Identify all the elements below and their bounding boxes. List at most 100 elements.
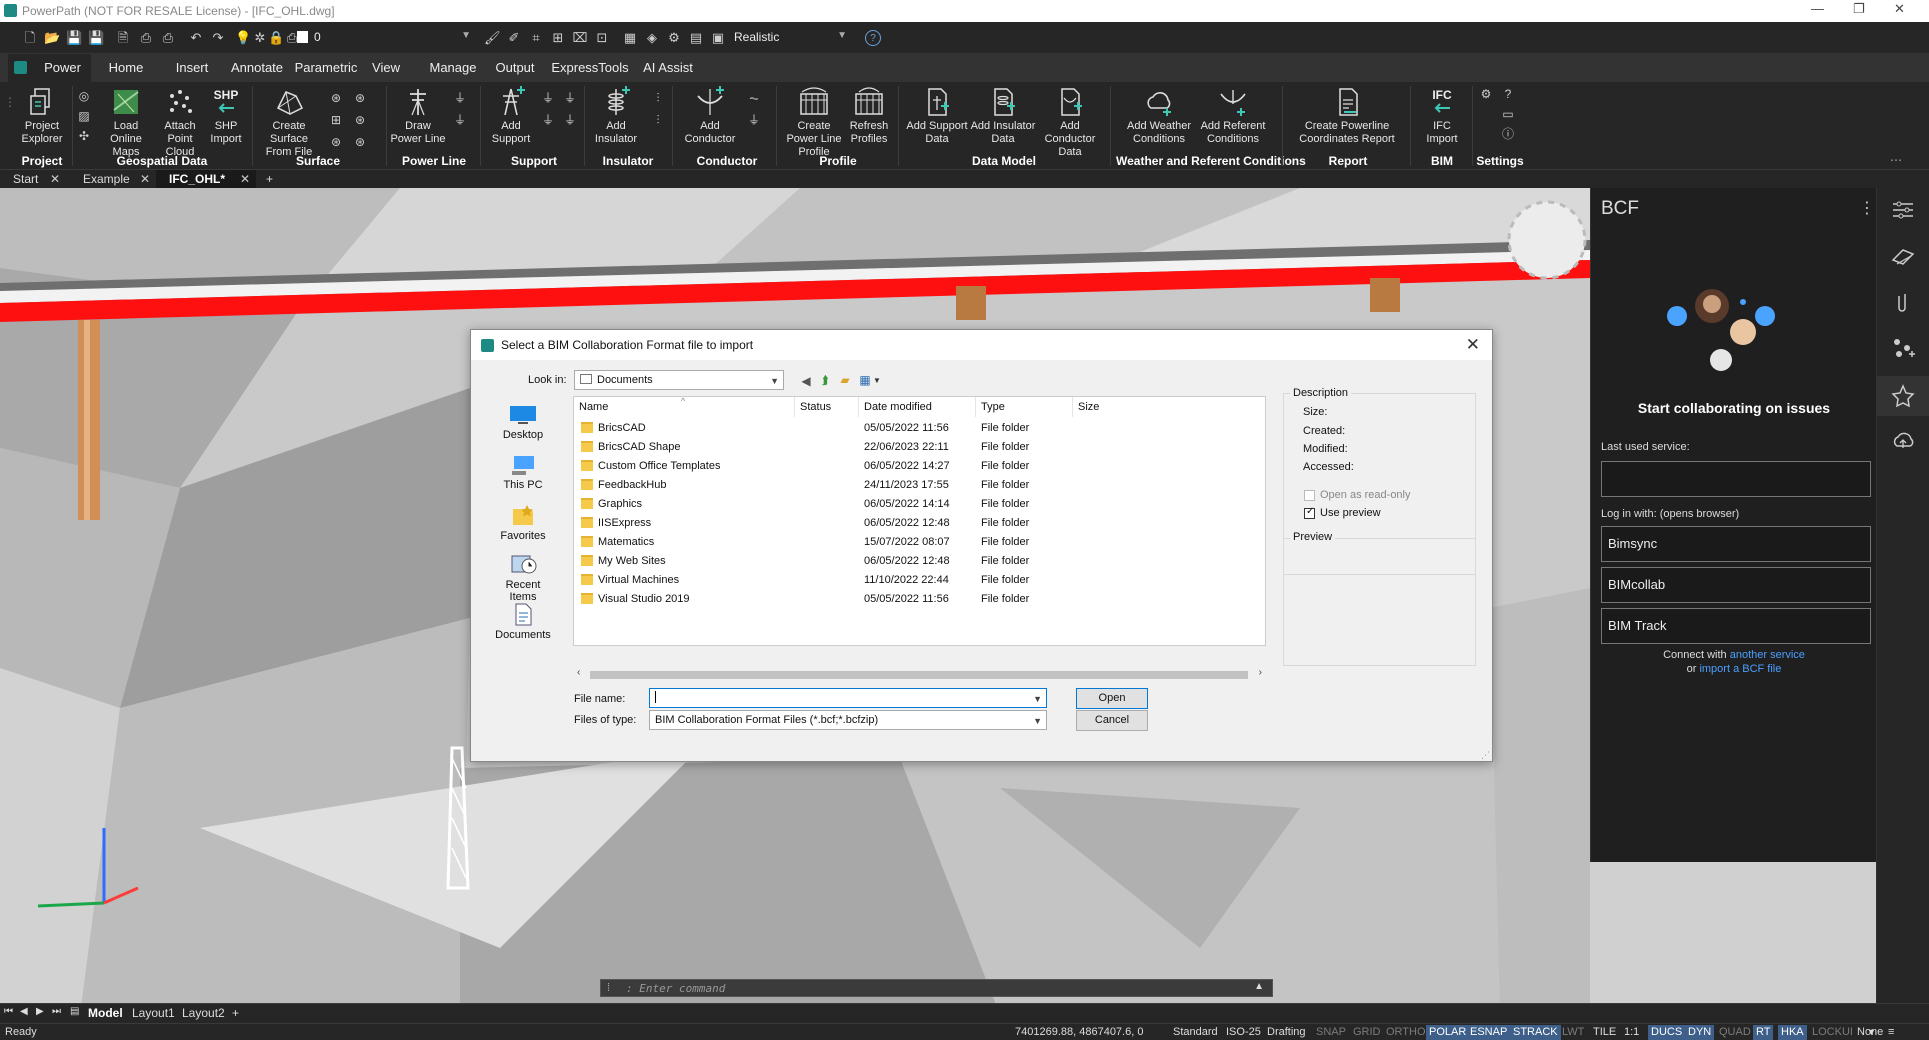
last-used-service-field[interactable] xyxy=(1601,461,1871,497)
column-size[interactable]: Size xyxy=(1073,397,1133,417)
surface-mesh-icon[interactable]: ⊞ xyxy=(328,112,344,128)
geo-image-icon[interactable]: ▨ xyxy=(76,108,92,124)
tab-power-path[interactable]: Power Path xyxy=(8,54,91,103)
tab-insert[interactable]: Insert xyxy=(168,54,216,82)
status-toggle-drafting[interactable]: Drafting xyxy=(1264,1025,1309,1040)
status-toggle-dyn[interactable]: DYN xyxy=(1685,1025,1715,1040)
status-more-icon[interactable]: ≡ xyxy=(1885,1025,1897,1040)
another-service-link[interactable]: another service xyxy=(1730,649,1805,661)
place-this-pc[interactable]: This PC xyxy=(491,454,555,491)
place-documents[interactable]: Documents xyxy=(491,602,555,641)
select-similar-icon[interactable]: ⌗ xyxy=(528,30,544,46)
support-delete-icon[interactable]: ⏚ xyxy=(562,112,578,128)
layers-icon[interactable] xyxy=(1889,242,1917,270)
print-icon[interactable]: ⎙ xyxy=(138,30,154,46)
use-preview-checkbox[interactable]: ✓ xyxy=(1304,506,1315,519)
scroll-left-icon[interactable]: ‹ xyxy=(577,667,580,678)
view-menu-icon[interactable]: ▦ xyxy=(857,372,873,388)
conductor-edit-icon[interactable]: ⏦ xyxy=(746,90,762,106)
status-coordinates[interactable]: 7401269.88, 4867407.6, 0 xyxy=(1012,1025,1146,1040)
structure-icon[interactable] xyxy=(1889,334,1917,362)
back-icon[interactable]: ◀ xyxy=(798,373,814,389)
properties-icon[interactable]: ▤ xyxy=(688,30,704,46)
first-layout-icon[interactable]: ⏮ xyxy=(4,1006,13,1017)
pin-star-icon[interactable] xyxy=(1889,382,1917,410)
project-explorer-button[interactable]: Project Explorer xyxy=(14,86,70,146)
tab-manage[interactable]: Manage xyxy=(423,54,483,82)
layout-tab-layout2[interactable]: Layout2 xyxy=(182,1006,225,1020)
file-row[interactable]: Graphics 06/05/2022 14:14 File folder xyxy=(574,495,1267,514)
geo-pin-icon[interactable]: ✣ xyxy=(76,128,92,144)
select-filter-icon[interactable]: ⊞ xyxy=(550,30,566,46)
doc-tab-ifc-ohl[interactable]: IFC_OHL* ✕ xyxy=(156,170,256,188)
status-toggle-lwt[interactable]: LWT xyxy=(1559,1025,1587,1040)
close-icon[interactable]: ✕ xyxy=(140,170,150,188)
redo-icon[interactable]: ↷ xyxy=(210,30,226,46)
visual-style-icon[interactable]: ▣ xyxy=(710,30,726,46)
status-toggle-lockui[interactable]: LOCKUI xyxy=(1809,1025,1856,1040)
publish-icon[interactable]: ⎙ xyxy=(160,30,176,46)
next-layout-icon[interactable]: ▶ xyxy=(36,1006,44,1017)
service-bimcollab-button[interactable]: BIMcollab xyxy=(1601,567,1871,603)
render-icon[interactable]: ◈ xyxy=(644,30,660,46)
tab-parametric[interactable]: Parametric xyxy=(292,54,360,82)
status-toggle-ducs[interactable]: DUCS xyxy=(1648,1025,1686,1040)
new-tab-button[interactable]: + xyxy=(258,170,282,188)
place-favorites[interactable]: Favorites xyxy=(491,503,555,542)
restore-icon[interactable]: ❐ xyxy=(1853,1,1865,17)
file-name-input[interactable]: ▼ xyxy=(649,688,1047,708)
file-row[interactable]: Matematics 15/07/2022 08:07 File folder xyxy=(574,533,1267,552)
create-surface-button[interactable]: Create Surface From File xyxy=(258,86,322,159)
scroll-right-icon[interactable]: › xyxy=(1259,667,1262,678)
surface-contour-icon[interactable]: ⊛ xyxy=(352,112,368,128)
support-edit-icon[interactable]: ⏚ xyxy=(540,90,556,106)
status-toggle-grid[interactable]: GRID xyxy=(1350,1025,1384,1040)
quick-select-icon[interactable]: ✐ xyxy=(506,30,522,46)
save-as-icon[interactable]: 💾 xyxy=(88,30,104,46)
place-desktop[interactable]: Desktop xyxy=(491,404,555,441)
print-preview-icon[interactable]: 🗎 xyxy=(115,30,131,46)
layout-menu-icon[interactable]: ▤ xyxy=(70,1006,79,1017)
draw-power-line-button[interactable]: Draw Power Line xyxy=(390,86,446,146)
ifc-import-button[interactable]: IFC IFC Import xyxy=(1418,86,1466,146)
add-conductor-data-button[interactable]: Add Conductor Data xyxy=(1036,86,1104,159)
chevron-up-icon[interactable]: ▲ xyxy=(1254,981,1264,992)
power-line-edit-icon[interactable]: ⏚ xyxy=(452,90,468,106)
support-move-icon[interactable]: ⏚ xyxy=(562,90,578,106)
cancel-button[interactable]: Cancel xyxy=(1076,710,1148,731)
tab-annotate[interactable]: Annotate xyxy=(228,54,286,82)
add-insulator-data-button[interactable]: Add Insulator Data xyxy=(970,86,1036,146)
layout-tab-layout1[interactable]: Layout1 xyxy=(132,1006,175,1020)
layer-dropdown[interactable]: 0 ▼ xyxy=(308,28,476,48)
shp-import-button[interactable]: SHP SHP Import xyxy=(204,86,248,146)
clear-selection-icon[interactable]: ⌧ xyxy=(572,30,588,46)
insulator-tool-icon[interactable]: ⫶ xyxy=(650,112,666,128)
import-bcf-link[interactable]: import a BCF file xyxy=(1699,663,1781,675)
layer-on-icon[interactable]: 💡 xyxy=(235,30,251,46)
add-conductor-button[interactable]: Add Conductor xyxy=(680,86,740,146)
status-toggle-rt[interactable]: RT xyxy=(1753,1025,1774,1040)
settings-gear-icon[interactable]: ⚙ xyxy=(1478,86,1494,102)
add-referent-button[interactable]: Add Referent Conditions xyxy=(1198,86,1268,146)
command-line[interactable]: ⁞ : Enter command ▲ xyxy=(600,979,1273,997)
info-icon[interactable]: ⓘ xyxy=(1500,126,1516,142)
more-vertical-icon[interactable]: ⋮ xyxy=(1859,198,1875,218)
power-line-split-icon[interactable]: ⏚ xyxy=(452,112,468,128)
add-layout-button[interactable]: + xyxy=(232,1006,239,1020)
status-toggle-1-1[interactable]: 1:1 xyxy=(1621,1025,1642,1040)
close-icon[interactable]: ✕ xyxy=(1894,1,1905,17)
status-toggle-standard[interactable]: Standard xyxy=(1170,1025,1221,1040)
open-button[interactable]: Open xyxy=(1076,688,1148,709)
new-folder-icon[interactable]: ▰ xyxy=(837,372,853,388)
place-recent-items[interactable]: Recent Items xyxy=(491,552,555,603)
load-online-maps-button[interactable]: Load Online Maps xyxy=(100,86,152,159)
select-ifc-icon[interactable]: ⊡ xyxy=(594,30,610,46)
status-toggle-snap[interactable]: SNAP xyxy=(1313,1025,1349,1040)
prev-layout-icon[interactable]: ◀ xyxy=(20,1006,28,1017)
ribbon-more-icon[interactable]: ⋯ xyxy=(1888,152,1904,168)
column-type[interactable]: Type xyxy=(976,397,1073,417)
help-circle-icon[interactable]: ? xyxy=(1500,86,1516,102)
read-only-checkbox[interactable] xyxy=(1304,490,1315,501)
tab-home[interactable]: Home xyxy=(102,54,150,82)
service-bimsync-button[interactable]: Bimsync xyxy=(1601,526,1871,562)
